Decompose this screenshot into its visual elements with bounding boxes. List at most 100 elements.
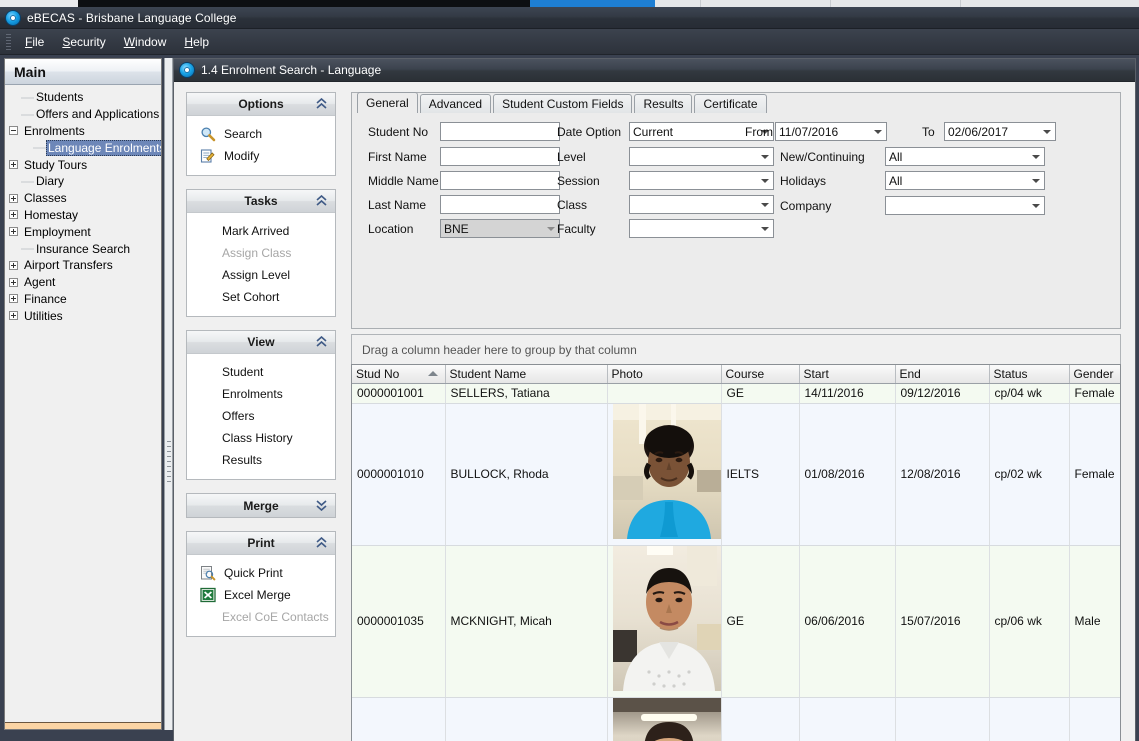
tab-results[interactable]: Results (634, 94, 692, 113)
table-row[interactable]: 0000001001SELLERS, TatianaGE14/11/201609… (352, 383, 1120, 403)
sidebar-item-enrolments[interactable]: Enrolments (9, 123, 161, 140)
task-panel-column: Options SearchModify Tasks Mark Arrived Assi… (186, 92, 336, 650)
search-combo-session[interactable] (629, 171, 774, 190)
search-combo-level[interactable] (629, 147, 774, 166)
task-group-merge-header[interactable]: Merge (187, 494, 335, 517)
collapse-node-icon[interactable] (9, 126, 18, 135)
task-item-set-cohort[interactable]: Set Cohort (187, 286, 335, 308)
sidebar-item-students[interactable]: Students (9, 89, 161, 106)
panel-splitter[interactable] (164, 58, 173, 730)
search-input-student-no[interactable] (440, 122, 560, 141)
expand-node-icon[interactable] (9, 227, 18, 236)
search-tab-strip[interactable]: GeneralAdvancedStudent Custom FieldsResu… (357, 92, 769, 113)
table-row[interactable]: 0000001010BULLOCK, Rhoda IELTS01/08/2016… (352, 403, 1120, 545)
column-header-stud-no[interactable]: Stud No (352, 365, 445, 383)
column-header-end[interactable]: End (895, 365, 989, 383)
menu-item-security[interactable]: Security (53, 33, 114, 51)
task-group-tasks-header[interactable]: Tasks (187, 190, 335, 213)
sidebar-item-diary[interactable]: Diary (9, 173, 161, 190)
column-header-student-name[interactable]: Student Name (445, 365, 607, 383)
sidebar-item-utilities[interactable]: Utilities (9, 307, 161, 324)
search-combo-class[interactable] (629, 195, 774, 214)
tab-certificate[interactable]: Certificate (694, 94, 766, 113)
column-header-photo[interactable]: Photo (607, 365, 721, 383)
expand-node-icon[interactable] (9, 278, 18, 287)
search-input-first-name[interactable] (440, 147, 560, 166)
cell-gender: Male (1069, 545, 1120, 697)
task-item-quick-print[interactable]: Quick Print (187, 562, 335, 584)
search-date-to[interactable]: 02/06/2017 (944, 122, 1056, 141)
table-row[interactable]: 0000001035MCKNIGHT, Micah GE06/06/ (352, 545, 1120, 697)
task-item-class-history[interactable]: Class History (187, 427, 335, 449)
group-by-drop-area[interactable]: Drag a column header here to group by th… (351, 334, 1121, 364)
search-combo-location[interactable]: BNE (440, 219, 560, 238)
sidebar-item-label: Offers and Applications (34, 106, 161, 122)
sidebar-item-employment[interactable]: Employment (9, 223, 161, 240)
cell-status: cp/08 wk (989, 697, 1069, 741)
expand-node-icon[interactable] (9, 294, 18, 303)
tab-general[interactable]: General (357, 92, 418, 113)
sidebar-item-agent[interactable]: Agent (9, 274, 161, 291)
expand-node-icon[interactable] (9, 210, 18, 219)
cell-student-name: BULLOCK, Rhoda (445, 403, 607, 545)
search-combo-holidays[interactable]: All (885, 171, 1045, 190)
sidebar-item-insurance-search[interactable]: Insurance Search (9, 240, 161, 257)
task-group-options-header[interactable]: Options (187, 93, 335, 116)
search-input-middle-name[interactable] (440, 171, 560, 190)
search-combo-new-continuing[interactable]: All (885, 147, 1045, 166)
sidebar-item-classes[interactable]: Classes (9, 190, 161, 207)
navigation-tree[interactable]: StudentsOffers and ApplicationsEnrolment… (5, 85, 161, 722)
expand-node-icon[interactable] (9, 311, 18, 320)
field-location: Location BNE (368, 219, 560, 238)
menu-item-window[interactable]: Window (115, 33, 176, 51)
column-header-course[interactable]: Course (721, 365, 799, 383)
chevron-up-double-icon[interactable] (316, 537, 327, 549)
task-item-enrolments[interactable]: Enrolments (187, 383, 335, 405)
column-header-status[interactable]: Status (989, 365, 1069, 383)
tab-advanced[interactable]: Advanced (420, 94, 491, 113)
sidebar-item-homestay[interactable]: Homestay (9, 207, 161, 224)
chevron-down-double-icon[interactable] (316, 499, 327, 511)
menu-grip-handle[interactable] (6, 34, 11, 50)
table-row[interactable]: 0000001054MORALES, Shelley (352, 697, 1120, 741)
chevron-down-icon (761, 203, 769, 207)
search-combo-faculty[interactable] (629, 219, 774, 238)
tree-connector-icon (21, 93, 34, 102)
sidebar-item-finance[interactable]: Finance (9, 291, 161, 308)
search-date-to-value: 02/06/2017 (948, 125, 1008, 139)
chevron-down-icon (761, 155, 769, 159)
search-combo-company[interactable] (885, 196, 1045, 215)
task-group-view-header[interactable]: View (187, 331, 335, 354)
search-input-last-name[interactable] (440, 195, 560, 214)
chevron-up-double-icon[interactable] (316, 195, 327, 207)
task-item-results[interactable]: Results (187, 449, 335, 471)
task-item-offers[interactable]: Offers (187, 405, 335, 427)
task-group-print-header[interactable]: Print (187, 532, 335, 555)
sidebar-item-language-enrolments[interactable]: Language Enrolments (9, 139, 161, 156)
task-item-assign-level[interactable]: Assign Level (187, 264, 335, 286)
sidebar-item-study-tours[interactable]: Study Tours (9, 156, 161, 173)
sidebar-item-label: Finance (22, 291, 69, 307)
column-header-start[interactable]: Start (799, 365, 895, 383)
results-table: Stud NoStudent NamePhotoCourseStartEndSt… (352, 365, 1121, 741)
task-item-excel-merge[interactable]: Excel Merge (187, 584, 335, 606)
menu-item-file[interactable]: File (16, 33, 53, 51)
chevron-up-double-icon[interactable] (316, 336, 327, 348)
search-date-from[interactable]: 11/07/2016 (775, 122, 887, 141)
expand-node-icon[interactable] (9, 194, 18, 203)
task-item-modify[interactable]: Modify (187, 145, 335, 167)
expand-node-icon[interactable] (9, 160, 18, 169)
expand-node-icon[interactable] (9, 261, 18, 270)
results-grid[interactable]: Stud NoStudent NamePhotoCourseStartEndSt… (351, 364, 1121, 741)
task-item-mark-arrived[interactable]: Mark Arrived (187, 220, 335, 242)
tab-student-custom-fields[interactable]: Student Custom Fields (493, 94, 632, 113)
sidebar-item-offers-and-applications[interactable]: Offers and Applications (9, 106, 161, 123)
task-item-student[interactable]: Student (187, 361, 335, 383)
menu-item-help[interactable]: Help (175, 33, 218, 51)
task-item-label: Offers (222, 409, 254, 423)
sidebar-item-airport-transfers[interactable]: Airport Transfers (9, 257, 161, 274)
column-header-gender[interactable]: Gender (1069, 365, 1120, 383)
chevron-up-double-icon[interactable] (316, 98, 327, 110)
task-item-search[interactable]: Search (187, 123, 335, 145)
field-to-date: To 02/06/2017 (922, 122, 1056, 141)
